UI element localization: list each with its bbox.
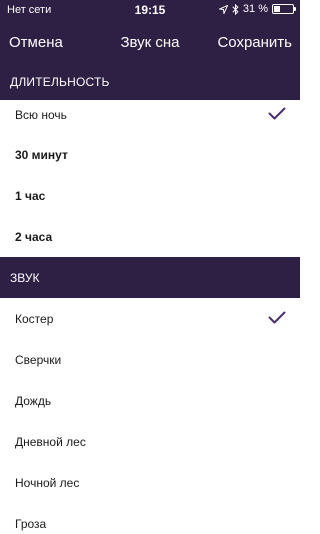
sound-option-rain[interactable]: Дождь [0,380,300,421]
sound-option-thunderstorm[interactable]: Гроза [0,503,300,534]
status-right-group: 31 % [218,3,296,15]
status-bar: Нет сети 19:15 31 % [0,0,300,22]
section-header-sound: ЗВУК [0,257,300,298]
duration-option-2-hours[interactable]: 2 часа [0,216,300,257]
sound-option-label: Гроза [15,516,47,531]
section-title-duration: ДЛИТЕЛЬНОСТЬ [10,75,110,89]
navigation-bar: Отмена Звук сна Сохранить [0,30,300,56]
duration-option-label: 1 час [15,188,46,203]
location-arrow-icon [218,4,228,14]
sound-option-label: Ночной лес [15,475,80,490]
battery-percent: 31 % [242,3,268,15]
duration-option-label: Всю ночь [15,107,67,122]
duration-option-all-night[interactable]: Всю ночь [0,94,300,135]
section-title-sound: ЗВУК [10,270,40,285]
sound-option-label: Сверчки [15,352,62,367]
duration-option-label: 30 минут [15,147,68,162]
sound-option-label: Дождь [15,393,52,408]
duration-option-1-hour[interactable]: 1 час [0,175,300,216]
bluetooth-icon [232,3,239,15]
sound-option-night-forest[interactable]: Ночной лес [0,462,300,503]
sound-option-label: Дневной лес [15,434,86,449]
duration-option-30-min[interactable]: 30 минут [0,134,300,175]
sound-option-campfire[interactable]: Костер [0,298,300,339]
sound-option-label: Костер [15,311,54,326]
checkmark-icon [268,311,286,327]
sound-option-day-forest[interactable]: Дневной лес [0,421,300,462]
battery-icon [272,4,296,14]
duration-option-label: 2 часа [15,229,53,244]
battery-level-fill [274,6,280,12]
top-header: Нет сети 19:15 31 % Отмена Звук сна Сохр… [0,0,300,100]
checkmark-icon [268,107,286,123]
save-button[interactable]: Сохранить [217,34,292,51]
sound-option-crickets[interactable]: Сверчки [0,339,300,380]
